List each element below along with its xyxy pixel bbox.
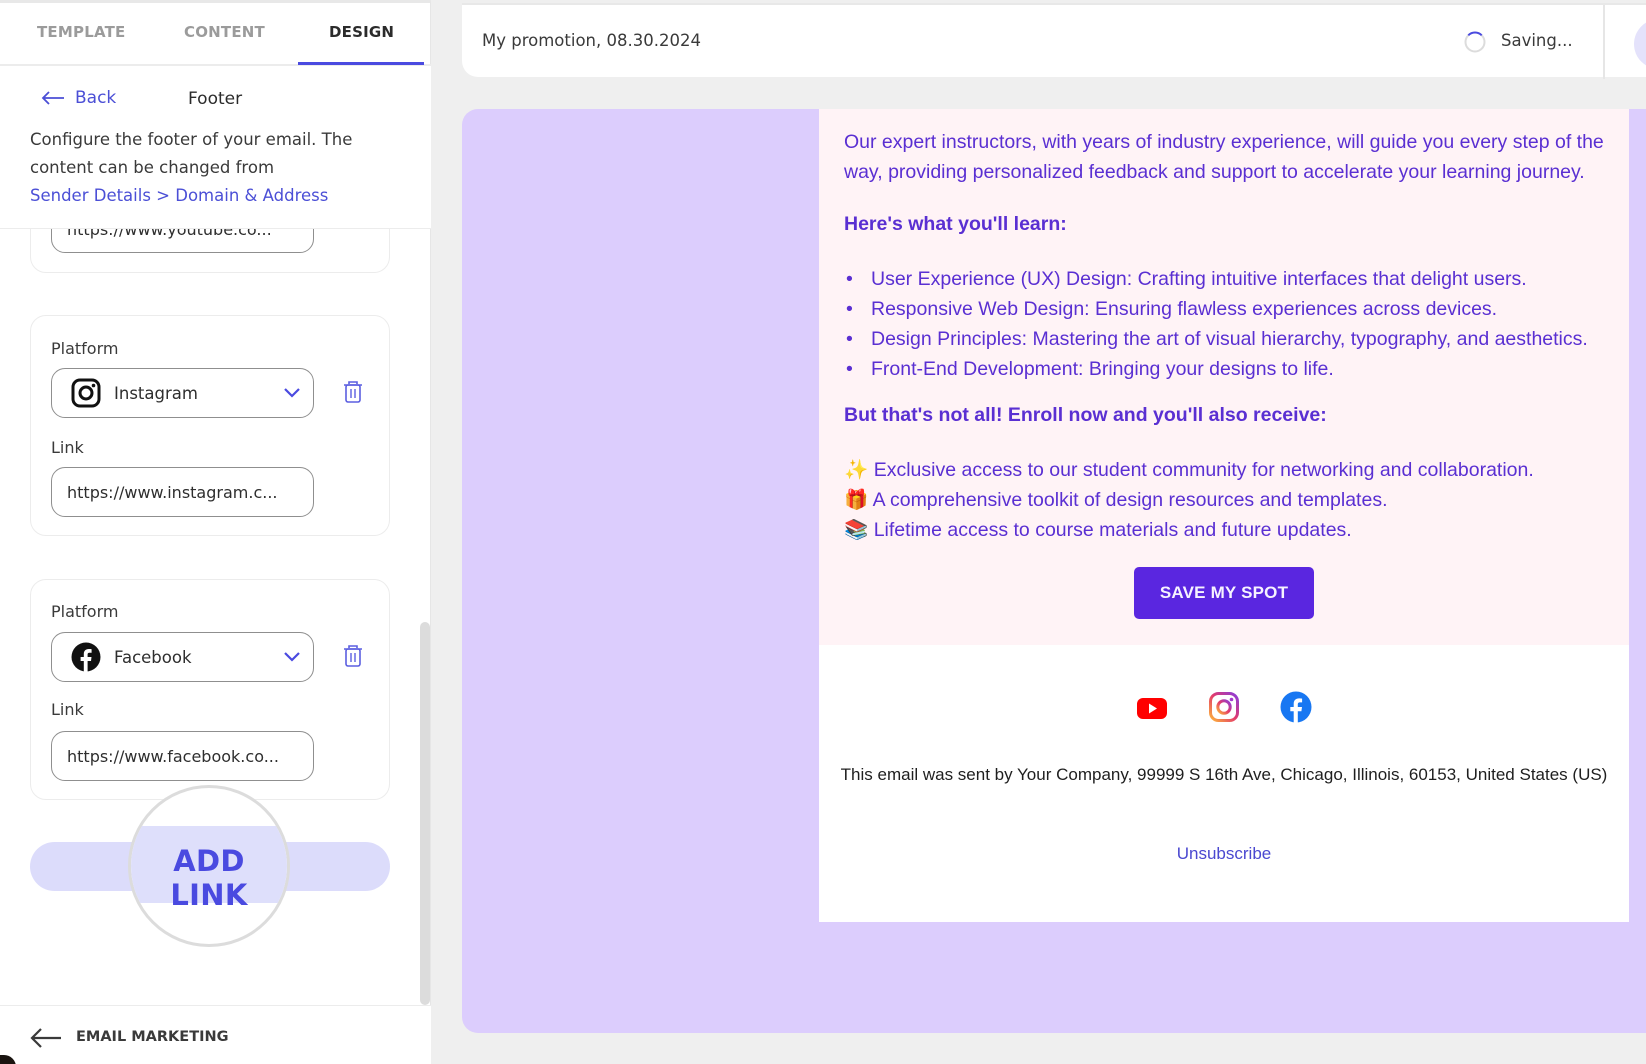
topbar-divider [1603,5,1605,79]
email-preview: Our expert instructors, with years of in… [819,109,1629,922]
social-icons [819,691,1629,723]
panel-scrollbar[interactable] [420,622,430,1005]
learn-heading: Here's what you'll learn: [844,213,1067,235]
back-button[interactable]: Back [41,88,116,108]
gift-icon: 🎁 [844,489,869,511]
arrow-left-icon [41,91,64,105]
cta-container: SAVE MY SPOT [844,567,1604,619]
instagram-icon[interactable] [1208,691,1240,723]
chevron-down-icon [284,652,300,662]
link-label: Link [51,438,84,457]
trash-icon[interactable] [343,644,363,668]
footer-settings-header: Back Footer Configure the footer of your… [0,66,431,229]
facebook-icon[interactable] [1280,691,1312,723]
instagram-icon [70,377,102,409]
list-item: • Front-End Development: Bringing your de… [846,358,1334,380]
platform-label: Platform [51,339,119,358]
bonus-list: ✨ Exclusive access to our student commun… [844,455,1604,545]
chevron-down-icon [284,388,300,398]
intro-paragraph: Our expert instructors, with years of in… [844,131,1604,183]
social-link-card-instagram: Platform Instagram Link https://www.inst… [30,315,390,536]
section-title: Footer [188,89,243,109]
sender-details-link[interactable]: Sender Details > Domain & Address [30,182,390,210]
tab-bar: TEMPLATE CONTENT DESIGN [0,3,431,66]
email-footer[interactable]: This email was sent by Your Company, 999… [819,645,1629,922]
platform-select-instagram[interactable]: Instagram [51,368,314,418]
platform-label: Platform [51,602,119,621]
top-bar: My promotion, 08.30.2024 Saving... [462,3,1646,79]
platform-select-facebook[interactable]: Facebook [51,632,314,682]
books-icon: 📚 [844,519,869,541]
active-tab-indicator [298,62,424,65]
list-item: 🎁 A comprehensive toolkit of design reso… [844,489,1388,511]
list-item: • Design Principles: Mastering the art of… [846,328,1588,350]
list-item: 📚 Lifetime access to course materials an… [844,519,1352,541]
save-status: Saving... [1501,31,1573,50]
social-link-card-facebook: Platform Facebook Link https://www.faceb… [30,579,390,800]
avatar[interactable] [1634,19,1646,69]
list-item: • User Experience (UX) Design: Crafting i… [846,268,1527,290]
instagram-link-input[interactable]: https://www.instagram.c... [51,467,314,517]
facebook-icon [70,641,102,673]
campaign-title[interactable]: My promotion, 08.30.2024 [482,31,701,50]
app-root: TEMPLATE CONTENT DESIGN https://www.yout… [0,0,1646,1064]
bonus-heading: But that's not all! Enroll now and you'l… [844,404,1327,426]
add-link-magnified[interactable]: ADD LINK [128,785,290,947]
email-body[interactable]: Our expert instructors, with years of in… [819,109,1629,645]
section-description: Configure the footer of your email. The … [30,126,390,210]
tab-content[interactable]: CONTENT [184,23,265,41]
learn-list: • User Experience (UX) Design: Crafting i… [844,264,1604,384]
unsubscribe-link[interactable]: Unsubscribe [819,844,1629,864]
tab-template[interactable]: TEMPLATE [37,23,125,41]
list-item: • Responsive Web Design: Ensuring flawles… [846,298,1498,320]
email-canvas: Our expert instructors, with years of in… [462,109,1646,1033]
settings-panel: TEMPLATE CONTENT DESIGN https://www.yout… [0,0,431,1064]
back-to-email-marketing[interactable]: EMAIL MARKETING [0,1005,431,1064]
sender-address: This email was sent by Your Company, 999… [840,765,1608,784]
youtube-icon[interactable] [1136,691,1168,723]
list-item: ✨ Exclusive access to our student commun… [844,459,1534,481]
save-my-spot-button[interactable]: SAVE MY SPOT [1133,567,1315,619]
link-label: Link [51,700,84,719]
tab-design[interactable]: DESIGN [329,23,394,41]
spinner-icon [1464,31,1486,53]
arrow-left-icon [30,1028,61,1048]
add-link-label: ADD LINK [170,844,248,912]
sparkles-icon: ✨ [844,459,869,481]
facebook-link-input[interactable]: https://www.facebook.co... [51,731,314,781]
trash-icon[interactable] [343,380,363,404]
